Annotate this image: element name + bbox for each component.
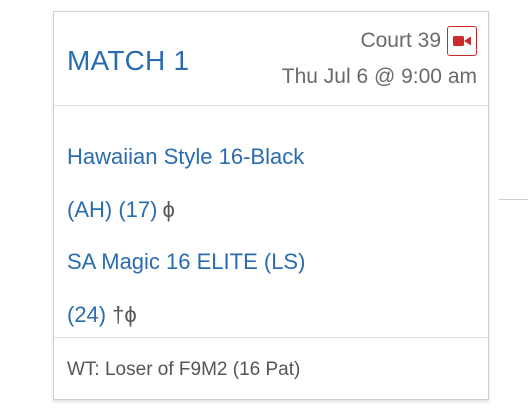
- team2-symbols: †ϕ: [112, 302, 137, 327]
- team2-details[interactable]: (24) †ϕ: [67, 302, 137, 328]
- team1-seed: (17): [118, 197, 158, 222]
- work-team-label: WT: Loser of F9M2 (16 Pat): [67, 359, 301, 380]
- team2-seed: (24): [67, 302, 107, 327]
- match-header: MATCH 1 Court 39 Thu Jul 6 @ 9:00 am: [54, 12, 488, 106]
- team1-name[interactable]: Hawaiian Style 16-Black: [67, 144, 304, 170]
- match-teams: Hawaiian Style 16-Black (AH) (17) ϕ SA Ma…: [54, 106, 488, 338]
- match-datetime: Thu Jul 6 @ 9:00 am: [281, 65, 477, 88]
- team1-details[interactable]: (AH) (17) ϕ: [67, 197, 175, 223]
- video-camera-button[interactable]: [447, 26, 477, 56]
- match-card: MATCH 1 Court 39 Thu Jul 6 @ 9:00 am Haw…: [53, 11, 489, 400]
- team2-name[interactable]: SA Magic 16 ELITE (LS): [67, 249, 305, 275]
- bracket-connector-line: [499, 199, 528, 200]
- match-footer: WT: Loser of F9M2 (16 Pat): [54, 338, 488, 401]
- team1-symbols: ϕ: [162, 197, 175, 222]
- court-label: Court 39: [360, 29, 441, 52]
- court-row: Court 39: [360, 26, 477, 56]
- team1-region: (AH): [67, 197, 113, 222]
- video-camera-icon: [453, 36, 471, 46]
- bracket-page: MATCH 1 Court 39 Thu Jul 6 @ 9:00 am Haw…: [0, 0, 528, 417]
- match-title[interactable]: MATCH 1: [67, 45, 189, 77]
